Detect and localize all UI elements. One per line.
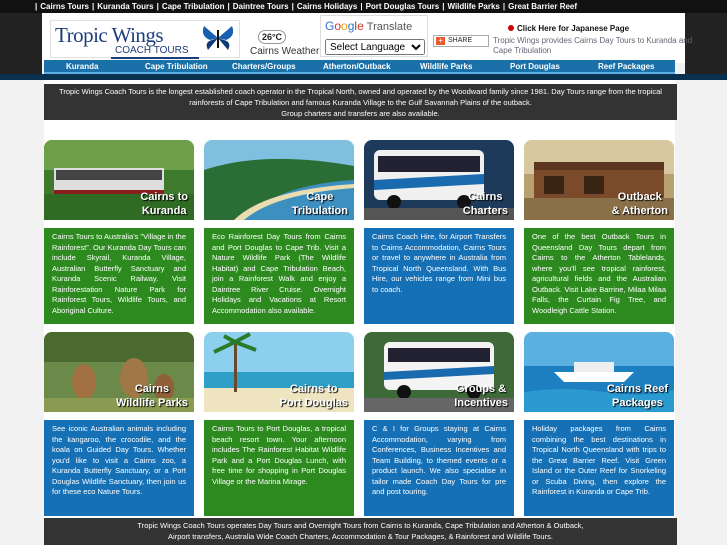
top-link-daintree-tours[interactable]: Daintree Tours — [233, 2, 289, 11]
butterfly-icon — [202, 26, 234, 50]
google-translate-brand: Google Translate — [325, 19, 413, 33]
card-wildlife-parks[interactable]: Cairns Wildlife Parks See iconic Australi… — [44, 332, 194, 516]
card-port-douglas-text: Cairns Tours to Port Douglas, a tropical… — [212, 424, 346, 486]
card-charters[interactable]: Cairns Charters Cairns Coach Hire, for Ai… — [364, 140, 514, 324]
card-kuranda[interactable]: Cairns to Kuranda Cairns Tours to Austral… — [44, 140, 194, 324]
intro-line-2: rainforests of Cape Tribulation and famo… — [189, 98, 532, 107]
group-coach-image: Groups & Incentives — [364, 332, 514, 412]
nav-reef-packages[interactable]: Reef Packages — [598, 60, 654, 74]
intro-banner: Tropic Wings Coach Tours is the longest … — [44, 84, 677, 120]
coach-bus-image: Cairns Charters — [364, 140, 514, 220]
weather-temp: 26°C — [258, 30, 286, 44]
nav-charters-groups[interactable]: Charters/Groups — [232, 60, 296, 74]
google-translate-widget: Google Translate Select Language — [320, 15, 428, 57]
logo-underline — [111, 57, 199, 59]
cape-tribulation-image: Cape Tribulation — [204, 140, 354, 220]
main-nav: Kuranda Cape Tribulation Charters/Groups… — [44, 60, 675, 74]
card-groups-description: C & I for Groups staying at Cairns Accom… — [364, 420, 514, 516]
top-link-cairns-tours[interactable]: Cairns Tours — [40, 2, 89, 11]
top-link-kuranda-tours[interactable]: Kuranda Tours — [97, 2, 153, 11]
footer: Tropic Wings Coach Tours operates Day To… — [44, 518, 677, 545]
card-outback-description: One of the best Outback Tours in Queensl… — [524, 228, 674, 324]
card-port-douglas-title: Cairns to Port Douglas — [279, 383, 348, 409]
language-select[interactable]: Select Language — [325, 39, 425, 55]
logo-subtitle: COACH TOURS — [115, 45, 189, 56]
plus-icon: + — [436, 37, 445, 45]
card-port-douglas-description: Cairns Tours to Port Douglas, a tropical… — [204, 420, 354, 516]
card-wildlife-parks-description: See iconic Australian animals including … — [44, 420, 194, 516]
kangaroos-image: Cairns Wildlife Parks — [44, 332, 194, 412]
card-kuranda-description: Cairns Tours to Australia's "Village in … — [44, 228, 194, 324]
weather-widget[interactable]: 26°C Cairns Weather — [250, 28, 320, 58]
kuranda-train-image: Cairns to Kuranda — [44, 140, 194, 220]
nav-port-douglas[interactable]: Port Douglas — [510, 60, 560, 74]
card-groups-incentives[interactable]: Groups & Incentives C & I for Groups stay… — [364, 332, 514, 516]
card-outback-title: Outback & Atherton — [611, 191, 668, 217]
card-kuranda-title: Cairns to Kuranda — [140, 191, 188, 217]
share-label: SHARE — [448, 37, 473, 44]
top-links-bar: | Cairns Tours | Kuranda Tours | Cape Tribula… — [0, 0, 727, 13]
top-link-cape-tribulation[interactable]: Cape Tribulation — [162, 2, 225, 11]
card-cape-tribulation-title: Cape Tribulation — [291, 191, 348, 217]
nav-cape-tribulation[interactable]: Cape Tribulation — [145, 60, 208, 74]
top-link-port-douglas-tours[interactable]: Port Douglas Tours — [366, 2, 440, 11]
card-reef-packages[interactable]: Cairns Reef Packages Holiday packages fro… — [524, 332, 674, 516]
intro-line-1: Tropic Wings Coach Tours is the longest … — [59, 87, 662, 96]
card-reef-title: Cairns Reef Packages — [606, 383, 668, 409]
card-reef-description: Holiday packages from Cairns combining t… — [524, 420, 674, 516]
japanese-link-label: Click Here for Japanese Page — [517, 24, 630, 33]
outback-homestead-image: Outback & Atherton — [524, 140, 674, 220]
card-charters-description: Cairns Coach Hire, for Airport Transfers… — [364, 228, 514, 324]
share-button[interactable]: + SHARE — [433, 35, 489, 47]
weather-label: Cairns Weather — [250, 46, 320, 57]
card-port-douglas[interactable]: Cairns to Port Douglas Cairns Tours to Po… — [204, 332, 354, 516]
port-douglas-beach-image: Cairns to Port Douglas — [204, 332, 354, 412]
intro-line-3: Group charters and transfers are also av… — [281, 109, 440, 118]
card-cape-tribulation-description: Eco Rainforest Day Tours from Cairns and… — [204, 228, 354, 324]
japanese-page-link[interactable]: Click Here for Japanese Page — [508, 24, 629, 33]
nav-atherton-outback[interactable]: Atherton/Outback — [323, 60, 391, 74]
top-link-great-barrier-reef[interactable]: Great Barrier Reef — [508, 2, 577, 11]
header-left-edge — [0, 13, 42, 75]
footer-line-2: Airport transfers, Australia Wide Coach … — [168, 532, 553, 541]
japan-flag-icon — [508, 25, 514, 31]
card-outback[interactable]: Outback & Atherton One of the best Outbac… — [524, 140, 674, 324]
translate-label: Translate — [366, 21, 413, 33]
footer-line-1: Tropic Wings Coach Tours operates Day To… — [137, 521, 584, 530]
card-cape-tribulation[interactable]: Cape Tribulation Eco Rainforest Day Tours… — [204, 140, 354, 324]
top-link-wildlife-parks[interactable]: Wildlife Parks — [447, 2, 499, 11]
reef-boat-image: Cairns Reef Packages — [524, 332, 674, 412]
card-groups-title: Groups & Incentives — [454, 383, 508, 409]
nav-wildlife-parks[interactable]: Wildlife Parks — [420, 60, 472, 74]
nav-kuranda[interactable]: Kuranda — [66, 60, 98, 74]
japanese-intro-text: Tropic Wings provides Cairns Day Tours t… — [493, 36, 693, 55]
card-charters-title: Cairns Charters — [462, 191, 508, 217]
top-link-cairns-holidays[interactable]: Cairns Holidays — [297, 2, 357, 11]
card-wildlife-parks-title: Cairns Wildlife Parks — [115, 383, 188, 409]
